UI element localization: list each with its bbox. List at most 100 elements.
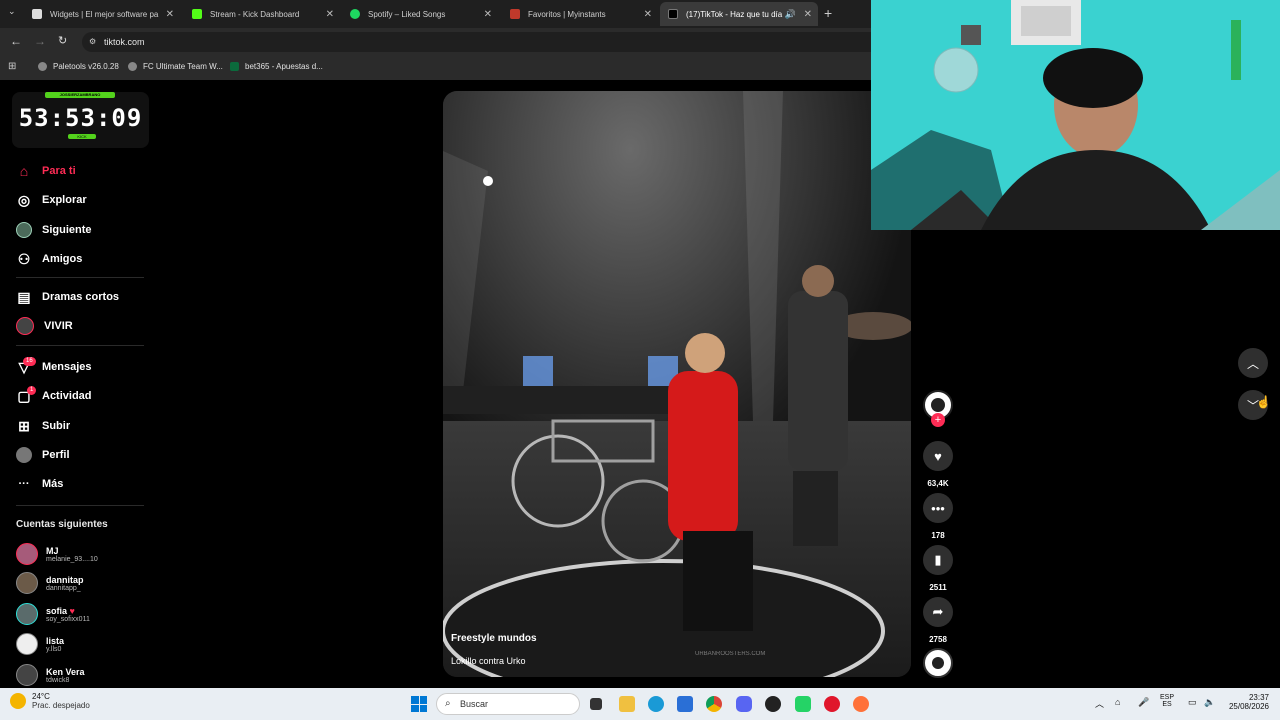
tray-network-icon[interactable]: ⌂ — [1115, 697, 1120, 707]
video-watermark: URBANROOSTERS.COM — [695, 651, 766, 657]
sidebar-item-perfil[interactable]: Perfil — [16, 444, 70, 466]
bookmark-fc-ultimate-team[interactable]: FC Ultimate Team W... — [128, 62, 223, 71]
tray-display-icon[interactable]: ▭ — [1188, 697, 1197, 708]
profile-icon — [16, 447, 32, 463]
taskbar-search-field[interactable]: ⌕ Buscar — [436, 693, 580, 715]
bookmark-bet365[interactable]: bet365 - Apuestas d... — [230, 62, 323, 71]
sidebar-item-label: Perfil — [42, 449, 70, 461]
heart-emoji-icon: ♥ — [67, 605, 75, 616]
save-count: 2511 — [929, 583, 947, 592]
bookmark-label: bet365 - Apuestas d... — [245, 62, 323, 71]
globe-icon — [128, 62, 137, 71]
language-indicator[interactable]: ESP ES — [1160, 694, 1174, 708]
tab-title: Favoritos | Myinstants — [528, 9, 606, 19]
microsoft-store-icon[interactable] — [677, 696, 693, 712]
audio-speaker-icon[interactable]: 🔊 — [785, 9, 796, 20]
following-avatar-icon — [16, 222, 32, 238]
tab-title: Stream - Kick Dashboard — [210, 9, 300, 19]
comment-button[interactable]: ••• 178 — [923, 493, 953, 540]
sidebar-divider — [16, 345, 144, 346]
music-disc-icon — [923, 648, 953, 678]
start-windows-icon[interactable] — [411, 696, 427, 712]
comment-icon: ••• — [923, 493, 953, 523]
share-button[interactable]: ➦ 2758 — [923, 597, 953, 644]
sidebar-item-mas[interactable]: ··· Más — [16, 473, 64, 495]
clock-date: 25/08/2026 — [1228, 702, 1269, 711]
messages-count-badge: 16 — [23, 357, 36, 366]
file-explorer-icon[interactable] — [619, 696, 635, 712]
tray-clock[interactable]: 23:37 25/08/2026 — [1225, 693, 1269, 711]
mouse-cursor-icon: ☝ — [1256, 395, 1271, 409]
sidebar-item-label: Explorar — [42, 194, 87, 206]
search-placeholder: Buscar — [460, 699, 489, 709]
account-handle: y.lls0 — [46, 645, 62, 653]
account-handle: soy_sofixx011 — [46, 615, 90, 623]
apps-grid-icon[interactable]: ⊞ — [8, 61, 16, 72]
weather-desc: Prac. despejado — [32, 701, 90, 710]
account-handle: melanie_93....10 — [46, 555, 98, 563]
firefox-icon[interactable] — [853, 696, 869, 712]
previous-video-button[interactable]: ︿ — [1238, 348, 1268, 378]
close-tab-icon[interactable]: ✕ — [166, 9, 174, 20]
tab-title: (17)TikTok - Haz que tu día — [686, 9, 783, 19]
tab-tiktok[interactable]: (17)TikTok - Haz que tu día 🔊 ✕ — [660, 2, 818, 26]
tab-kick-dashboard[interactable]: Stream - Kick Dashboard ✕ — [184, 2, 340, 26]
tray-volume-icon[interactable]: 🔈 — [1204, 697, 1215, 708]
bookmark-label: Paletools v26.0.28 — [53, 62, 119, 71]
creator-avatar-button[interactable]: + — [923, 390, 953, 427]
following-account-lista[interactable]: lista y.lls0 — [16, 632, 64, 656]
following-account-sofia[interactable]: sofia ♥ soy_sofixx011 — [16, 602, 90, 626]
following-account-dannitap[interactable]: dannitap dannitapp_ — [16, 571, 84, 595]
forward-arrow-icon[interactable]: → — [34, 34, 46, 48]
obs-icon[interactable] — [765, 696, 781, 712]
task-view-icon[interactable] — [590, 698, 602, 710]
new-tab-button[interactable]: + — [824, 5, 832, 21]
close-tab-icon[interactable]: ✕ — [644, 9, 652, 20]
edge-browser-icon[interactable] — [648, 696, 664, 712]
site-info-icon[interactable]: ⚙ — [89, 32, 96, 52]
reload-icon[interactable]: ↻ — [58, 34, 67, 47]
sidebar-item-dramas-cortos[interactable]: ▤ Dramas cortos — [16, 286, 119, 308]
following-account-ken-vera[interactable]: Ken Vera tdwick8 — [16, 663, 85, 687]
more-icon: ··· — [18, 478, 30, 490]
sidebar-item-label: Para ti — [42, 165, 76, 177]
sidebar-item-subir[interactable]: ⊞ Subir — [16, 415, 70, 437]
avatar — [16, 543, 38, 565]
keyboard-layout: ES — [1162, 701, 1172, 708]
save-button[interactable]: ▮ 2511 — [923, 545, 953, 592]
chrome-icon[interactable] — [706, 696, 722, 712]
sidebar-item-para-ti[interactable]: ⌂ Para ti — [16, 160, 76, 182]
back-arrow-icon[interactable]: ← — [10, 34, 22, 48]
sidebar-item-amigos[interactable]: ⚇ Amigos — [16, 248, 83, 270]
close-tab-icon[interactable]: ✕ — [326, 9, 334, 20]
sidebar-item-explorar[interactable]: ◎ Explorar — [16, 189, 87, 211]
upload-icon: ⊞ — [18, 417, 30, 434]
chevron-up-icon: ︿ — [1246, 356, 1259, 371]
whatsapp-icon[interactable] — [795, 696, 811, 712]
opera-icon[interactable] — [824, 696, 840, 712]
tab-myinstants[interactable]: Favoritos | Myinstants ✕ — [502, 2, 658, 26]
follow-plus-icon[interactable]: + — [931, 413, 945, 427]
bookmark-label: FC Ultimate Team W... — [143, 62, 223, 71]
tray-overflow-chevron-icon[interactable]: ︿ — [1095, 697, 1104, 710]
sidebar-item-siguiente[interactable]: Siguiente — [16, 219, 92, 241]
weather-widget[interactable]: 24°C Prac. despejado — [10, 692, 90, 710]
globe-icon — [38, 62, 47, 71]
like-button[interactable]: ♥ 63,4K — [923, 441, 953, 488]
video-player[interactable]: URBANROOSTERS.COM — [443, 91, 911, 677]
tray-mic-icon[interactable]: 🎤 — [1138, 697, 1149, 708]
tab-spotify[interactable]: Spotify – Liked Songs ✕ — [342, 2, 498, 26]
sound-disc-button[interactable] — [923, 648, 953, 678]
search-icon: ⌕ — [445, 698, 451, 709]
bookmark-paletools[interactable]: Paletools v26.0.28 — [38, 62, 119, 71]
video-title: Freestyle mundos — [451, 633, 537, 644]
following-account-mj[interactable]: MJ melanie_93....10 — [16, 542, 98, 566]
account-handle: dannitapp_ — [46, 584, 81, 592]
tab-widgets[interactable]: Widgets | El mejor software pa ✕ — [24, 2, 180, 26]
close-tab-icon[interactable]: ✕ — [484, 9, 492, 20]
tab-list-chevron-icon[interactable]: ⌄ — [8, 6, 22, 20]
sidebar-item-vivir[interactable]: VIVIR — [16, 315, 73, 337]
close-tab-icon[interactable]: ✕ — [804, 9, 812, 20]
discord-icon[interactable] — [736, 696, 752, 712]
widgets-favicon-icon — [32, 9, 42, 19]
